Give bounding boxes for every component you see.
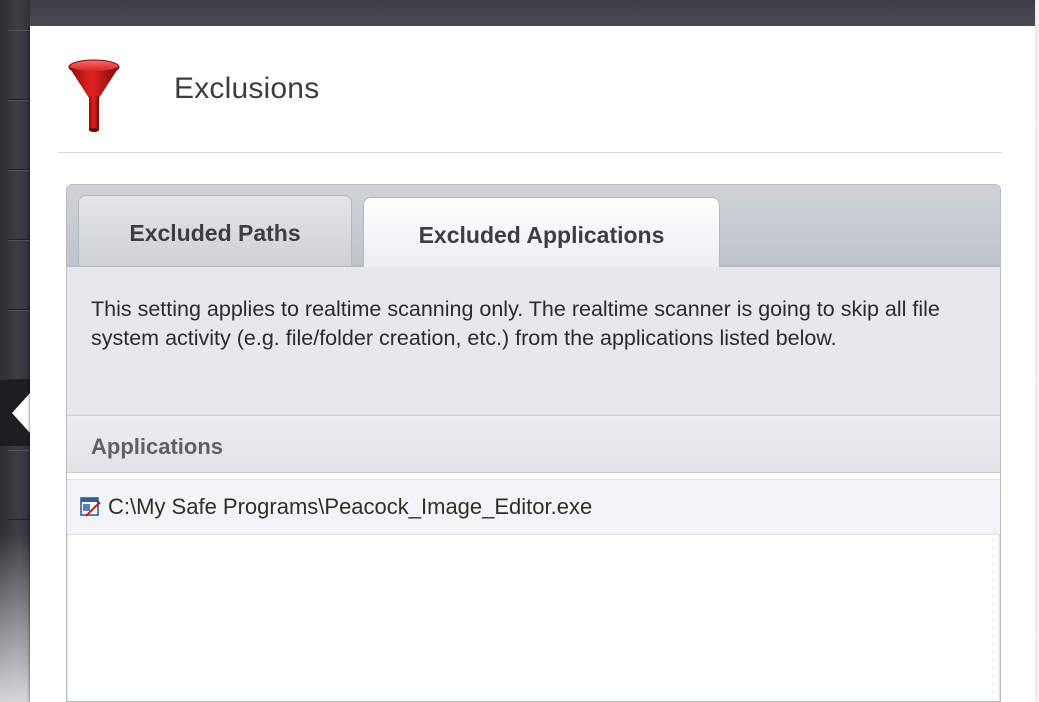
sidebar-fade <box>0 532 30 702</box>
exclusions-tab-container: Excluded Paths Excluded Applications Thi… <box>66 184 1001 702</box>
funnel-icon <box>68 59 120 132</box>
panel-header <box>68 56 120 136</box>
sidebar-item[interactable] <box>8 310 30 380</box>
page-title: Exclusions <box>174 72 320 105</box>
tab-excluded-applications[interactable]: Excluded Applications <box>363 197 720 267</box>
selected-pointer-arrow <box>12 393 30 433</box>
sidebar-item[interactable] <box>8 450 30 520</box>
tab-excluded-paths[interactable]: Excluded Paths <box>78 195 352 266</box>
application-path: C:\My Safe Programs\Peacock_Image_Editor… <box>108 494 593 519</box>
sidebar-item[interactable] <box>8 100 30 170</box>
applications-list-empty-area[interactable] <box>67 535 1000 701</box>
left-navigation-sidebar <box>0 0 30 702</box>
tab-description: This setting applies to realtime scannin… <box>67 267 1000 415</box>
sidebar-item[interactable] <box>8 30 30 100</box>
applications-column-header[interactable]: Applications <box>67 415 1000 473</box>
sidebar-item[interactable] <box>8 170 30 240</box>
exclusions-window: Exclusions Excluded Paths Excluded Appli… <box>0 0 1039 702</box>
top-title-strip <box>0 0 1039 26</box>
tab-label: Excluded Applications <box>418 222 665 248</box>
exclusions-panel: Exclusions Excluded Paths Excluded Appli… <box>30 26 1038 702</box>
tab-label: Excluded Paths <box>129 220 301 246</box>
sidebar-item[interactable] <box>8 240 30 310</box>
application-icon <box>80 497 101 517</box>
tab-bar: Excluded Paths Excluded Applications <box>67 185 1000 267</box>
column-header-label: Applications <box>91 434 224 459</box>
application-list-item[interactable]: C:\My Safe Programs\Peacock_Image_Editor… <box>67 479 1000 535</box>
header-divider <box>58 152 1002 153</box>
window-right-edge <box>1035 0 1039 702</box>
